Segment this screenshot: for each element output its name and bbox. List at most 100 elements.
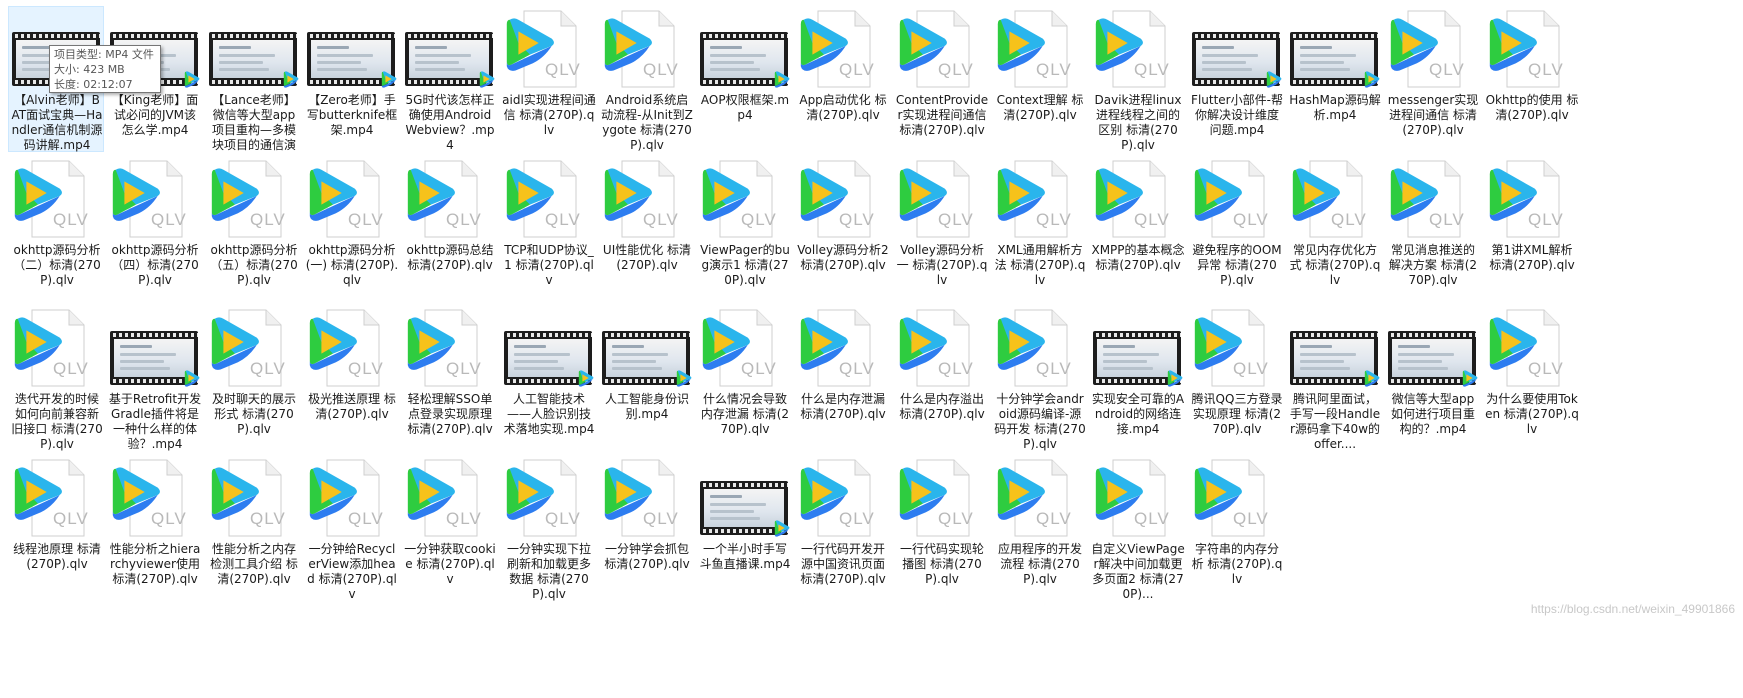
file-name: 一分钟学会抓包 标清(270P).qlv [604, 542, 690, 571]
file-item[interactable]: 5G时代该怎样正确使用Android Webview？.mp4 [401, 6, 497, 152]
file-name: 性能分析之内存检测工具介绍 标清(270P).qlv [210, 542, 298, 586]
qlv-file-icon: QLV [1189, 309, 1285, 389]
file-item[interactable]: QLV 迭代开发的时候如何向前兼容新旧接口 标清(270P).qlv [8, 305, 104, 451]
qlv-file-icon: QLV [107, 160, 203, 240]
file-item[interactable]: QLV Context理解 标清(270P).qlv [991, 6, 1087, 152]
file-item[interactable]: QLV okhttp源码分析(一) 标清(270P).qlv [303, 156, 399, 302]
file-item[interactable]: QLV 及时聊天的展示形式 标清(270P).qlv [205, 305, 301, 451]
file-name: okhttp源码分析(一) 标清(270P).qlv [305, 243, 399, 287]
file-name: 实现安全可靠的Android的网络连接.mp4 [1091, 392, 1185, 436]
file-item[interactable]: 一个半小时手写斗鱼直播课.mp4 [696, 455, 792, 601]
file-name: Volley源码分析2 标清(270P).qlv [797, 243, 889, 272]
file-item[interactable]: QLV 性能分析之内存检测工具介绍 标清(270P).qlv [205, 455, 301, 601]
qlv-file-icon: QLV [501, 459, 597, 539]
file-name: 基于Retrofit开发Gradle插件将是一种什么样的体验？.mp4 [108, 392, 202, 451]
file-item[interactable]: QLV 常见消息推送的解决方案 标清(270P).qlv [1384, 156, 1480, 302]
file-item[interactable]: QLV messenger实现进程间通信 标清(270P).qlv [1384, 6, 1480, 152]
file-item[interactable]: QLV 一行代码开发开源中国资讯页面 标清(270P).qlv [794, 455, 890, 601]
file-item[interactable]: QLV 十分钟学会android源码编译-源码开发 标清(270P).qlv [991, 305, 1087, 451]
file-item[interactable]: 【Lance老师】微信等大型app项目重构—多模块项目的通信演变... [205, 6, 301, 152]
file-item[interactable]: QLV okhttp源码总结 标清(270P).qlv [401, 156, 497, 302]
qlv-file-icon: QLV [304, 160, 400, 240]
file-item[interactable]: 腾讯阿里面试，手写一段Handler源码拿下40w的offer.... [1286, 305, 1382, 451]
file-name: 轻松理解SSO单点登录实现原理 标清(270P).qlv [407, 392, 493, 436]
file-item[interactable]: QLV Davik进程linux进程线程之间的区别 标清(270P).qlv [1089, 6, 1185, 152]
file-item[interactable]: QLV okhttp源码分析（二）标清(270P).qlv [8, 156, 104, 302]
file-item[interactable]: QLV 第1讲XML解析 标清(270P).qlv [1483, 156, 1579, 302]
file-item[interactable]: Flutter小部件-帮你解决设计维度问题.mp4 [1188, 6, 1284, 152]
qlv-file-icon: QLV [9, 160, 105, 240]
file-item[interactable]: QLV 什么情况会导致内存泄漏 标清(270P).qlv [696, 305, 792, 451]
file-item[interactable]: QLV 避免程序的OOM异常 标清(270P).qlv [1188, 156, 1284, 302]
file-item[interactable]: QLV okhttp源码分析（五）标清(270P).qlv [205, 156, 301, 302]
qlv-file-icon: QLV [1287, 160, 1383, 240]
file-name: Okhttp的使用 标清(270P).qlv [1485, 93, 1579, 122]
file-item[interactable]: QLV 自定义ViewPager解决中间加载更多页面2 标清(270P)... [1089, 455, 1185, 601]
file-item[interactable]: QLV 一分钟实现下拉刷新和加载更多数据 标清(270P).qlv [500, 455, 596, 601]
file-item[interactable]: QLV ViewPager的bug演示1 标清(270P).qlv [696, 156, 792, 302]
file-item[interactable]: QLV 为什么要使用Token 标清(270P).qlv [1483, 305, 1579, 451]
file-item[interactable]: QLV 一分钟给RecyclerView添加head 标清(270P).qlv [303, 455, 399, 601]
file-item[interactable]: QLV Volley源码分析一 标清(270P).qlv [893, 156, 989, 302]
file-item[interactable]: QLV 常见内存优化方式 标清(270P).qlv [1286, 156, 1382, 302]
file-name: 5G时代该怎样正确使用Android Webview？.mp4 [405, 93, 495, 152]
file-item[interactable]: QLV Okhttp的使用 标清(270P).qlv [1483, 6, 1579, 152]
file-item[interactable]: QLV XMPP的基本概念 标清(270P).qlv [1089, 156, 1185, 302]
file-item[interactable]: QLV 一行代码实现轮播图 标清(270P).qlv [893, 455, 989, 601]
file-item[interactable]: QLV okhttp源码分析（四）标清(270P).qlv [106, 156, 202, 302]
file-item[interactable]: QLV 腾讯QQ三方登录实现原理 标清(270P).qlv [1188, 305, 1284, 451]
file-item[interactable]: QLV 一分钟获取cookie 标清(270P).qlv [401, 455, 497, 601]
file-item[interactable]: QLV 线程池原理 标清(270P).qlv [8, 455, 104, 601]
file-name: 应用程序的开发流程 标清(270P).qlv [997, 542, 1082, 586]
file-item[interactable]: QLV XML通用解析方法 标清(270P).qlv [991, 156, 1087, 302]
file-item[interactable]: AOP权限框架.mp4 [696, 6, 792, 152]
file-name: 腾讯QQ三方登录实现原理 标清(270P).qlv [1191, 392, 1283, 436]
file-name: aidl实现进程间通信 标清(270P).qlv [502, 93, 596, 137]
file-name: 【Lance老师】微信等大型app项目重构—多模块项目的通信演变... [211, 93, 296, 152]
file-item[interactable]: 人工智能技术——人脸识别技术落地实现.mp4 [500, 305, 596, 451]
file-item[interactable]: 实现安全可靠的Android的网络连接.mp4 [1089, 305, 1185, 451]
file-item[interactable]: QLV App启动优化 标清(270P).qlv [794, 6, 890, 152]
file-item[interactable]: QLV Android系统启动流程-从Init到Zygote 标清(270P).q… [598, 6, 694, 152]
file-item[interactable]: QLV 应用程序的开发流程 标清(270P).qlv [991, 455, 1087, 601]
qlv-file-icon: QLV [1189, 459, 1285, 539]
file-item[interactable]: QLV ContentProvider实现进程间通信 标清(270P).qlv [893, 6, 989, 152]
file-name: ContentProvider实现进程间通信 标清(270P).qlv [895, 93, 989, 137]
file-item[interactable]: QLV aidl实现进程间通信 标清(270P).qlv [500, 6, 596, 152]
file-name: 一分钟获取cookie 标清(270P).qlv [404, 542, 496, 586]
file-name: AOP权限框架.mp4 [700, 93, 790, 122]
qlv-file-icon: QLV [894, 309, 990, 389]
file-item[interactable]: QLV UI性能优化 标清(270P).qlv [598, 156, 694, 302]
qlv-file-icon: QLV [9, 309, 105, 389]
file-name: 迭代开发的时候如何向前兼容新旧接口 标清(270P).qlv [11, 392, 103, 451]
file-item[interactable]: QLV 极光推送原理 标清(270P).qlv [303, 305, 399, 451]
qlv-file-icon: QLV [599, 160, 695, 240]
file-item[interactable]: HashMap源码解析.mp4 [1286, 6, 1382, 152]
qlv-file-icon: QLV [304, 309, 400, 389]
qlv-file-icon: QLV [795, 309, 891, 389]
file-name: okhttp源码分析（四）标清(270P).qlv [111, 243, 199, 287]
qlv-file-icon: QLV [795, 459, 891, 539]
file-item[interactable]: QLV 性能分析之hierarchyviewer使用 标清(270P).qlv [106, 455, 202, 601]
file-item[interactable]: QLV 什么是内存泄漏 标清(270P).qlv [794, 305, 890, 451]
file-name: UI性能优化 标清(270P).qlv [602, 243, 692, 272]
qlv-file-icon: QLV [1090, 10, 1186, 90]
qlv-file-icon: QLV [1385, 160, 1481, 240]
file-name: 自定义ViewPager解决中间加载更多页面2 标清(270P)... [1091, 542, 1185, 601]
file-item[interactable]: QLV 什么是内存溢出 标清(270P).qlv [893, 305, 989, 451]
file-item[interactable]: 人工智能身份识别.mp4 [598, 305, 694, 451]
file-tooltip: 项目类型: MP4 文件 大小: 423 MB 长度: 02:12:07 [49, 45, 161, 93]
file-item[interactable]: QLV 一分钟学会抓包 标清(270P).qlv [598, 455, 694, 601]
qlv-file-icon: QLV [894, 459, 990, 539]
file-item[interactable]: QLV 字符串的内存分析 标清(270P).qlv [1188, 455, 1284, 601]
file-item[interactable]: QLV Volley源码分析2 标清(270P).qlv [794, 156, 890, 302]
file-item[interactable]: QLV TCP和UDP协议_1 标清(270P).qlv [500, 156, 596, 302]
file-item[interactable]: QLV 轻松理解SSO单点登录实现原理 标清(270P).qlv [401, 305, 497, 451]
file-item[interactable]: 微信等大型app如何进行项目重构的？.mp4 [1384, 305, 1480, 451]
file-name: 十分钟学会android源码编译-源码开发 标清(270P).qlv [994, 392, 1086, 451]
video-thumbnail-icon [501, 309, 597, 389]
file-name: 常见内存优化方式 标清(270P).qlv [1289, 243, 1381, 287]
file-item[interactable]: 【Zero老师】手写butterknife框架.mp4 [303, 6, 399, 152]
file-name: 一分钟给RecyclerView添加head 标清(270P).qlv [307, 542, 397, 601]
file-item[interactable]: 基于Retrofit开发Gradle插件将是一种什么样的体验？.mp4 [106, 305, 202, 451]
